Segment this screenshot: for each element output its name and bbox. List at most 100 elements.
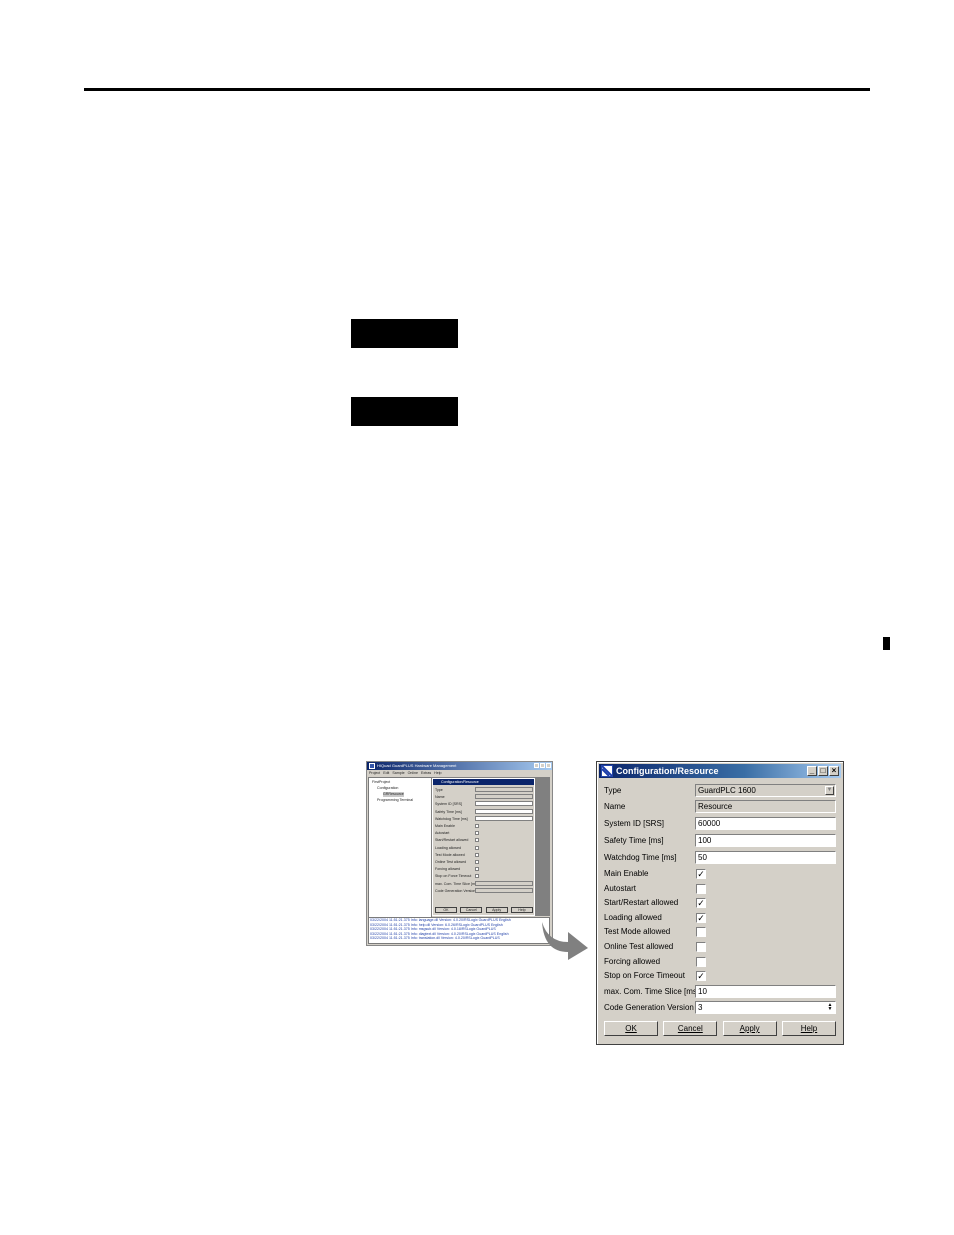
mini-app-title: HIQuad GuardPLUS Hardware Management (377, 763, 457, 768)
mini-row-label: Safety Time [ms] (435, 809, 462, 814)
system-id-label: System ID [SRS] (604, 819, 665, 828)
mini-dialog-row: Test Mode allowed (435, 852, 533, 858)
checkmark-icon: ✓ (697, 912, 705, 923)
redacted-label-2 (351, 397, 458, 426)
mini-checkbox[interactable] (475, 838, 479, 843)
mini-checkbox[interactable] (475, 831, 479, 836)
mini-dialog-row: max. Com. Time Slice [ms] (435, 880, 533, 887)
redacted-label-1 (351, 319, 458, 348)
tree-node[interactable]: Programming Terminal (377, 798, 413, 803)
mini-help-button[interactable]: Help (510, 907, 533, 913)
mini-dialog-row: Autostart (435, 830, 533, 836)
configuration-resource-dialog: Configuration/Resource _ □ × Type GuardP… (596, 761, 844, 1045)
dialog-titlebar[interactable]: Configuration/Resource _ □ × (599, 764, 841, 778)
close-icon[interactable]: × (829, 766, 839, 776)
dialog-button-row: OK Cancel Apply Help (604, 1021, 836, 1036)
chevron-down-icon[interactable]: ▼ (825, 786, 834, 795)
maximize-icon[interactable]: □ (818, 766, 828, 776)
type-select[interactable]: GuardPLC 1600 ▼ (695, 784, 836, 797)
mini-menu-item[interactable]: Project (369, 770, 380, 776)
loading-allowed-checkbox[interactable]: ✓ (696, 912, 706, 923)
mini-dialog-row: Main Enable (435, 823, 533, 829)
minimize-icon[interactable]: _ (807, 766, 817, 776)
log-line: 03/22/2004 11:51:21.375 Info: translatio… (370, 936, 500, 940)
online-test-allowed-checkbox[interactable] (696, 942, 706, 952)
mini-checkbox[interactable] (475, 867, 479, 872)
dialog-app-icon (601, 765, 613, 777)
system-id-input[interactable]: 60000 (695, 817, 836, 830)
mini-titlebar: HIQuad GuardPLUS Hardware Management (367, 762, 552, 770)
mini-menu-item[interactable]: Extras (421, 770, 431, 776)
mini-checkbox[interactable] (475, 824, 479, 828)
checkmark-icon: ✓ (697, 869, 705, 879)
mini-checkbox[interactable] (475, 874, 479, 879)
mini-cancel-button[interactable]: Cancel (460, 907, 483, 913)
app-icon (369, 763, 375, 769)
mini-dialog-row: Name (435, 794, 533, 800)
mini-ok-button[interactable]: OK (435, 907, 457, 913)
ok-button[interactable]: OK (604, 1021, 658, 1036)
autostart-checkbox[interactable] (696, 883, 706, 894)
test-mode-allowed-checkbox[interactable] (696, 927, 706, 938)
mini-config-dialog: Configuration/Resource Type Name System ID… (432, 778, 535, 916)
mini-row-label: Autostart (435, 831, 450, 836)
mini-dialog-row: Watchdog Time [ms] (435, 815, 533, 822)
mini-dialog-row: Stop on Force Timeout (435, 873, 533, 879)
mini-row-label: Forcing allowed (435, 867, 461, 872)
mini-apply-button[interactable]: Apply (485, 907, 508, 913)
safety-time-input[interactable]: 100 (695, 834, 836, 847)
mini-dialog-row: Loading allowed (435, 845, 533, 851)
chapter-tab-marker (883, 637, 890, 650)
mini-menu-item[interactable]: Online (408, 770, 418, 776)
mini-field[interactable] (475, 880, 533, 886)
zoom-arrow-icon (542, 922, 588, 960)
mini-checkbox[interactable] (475, 860, 479, 864)
mini-field[interactable] (475, 787, 533, 792)
code-gen-stepper[interactable]: 3 ▲ ▼ (695, 1001, 836, 1014)
start-restart-allowed-checkbox[interactable]: ✓ (696, 898, 706, 909)
mini-dialog-row: Online Test allowed (435, 859, 533, 865)
mini-row-label: Code Generation Version (435, 888, 476, 893)
tree-node[interactable]: GRResource (383, 792, 404, 797)
help-button[interactable]: Help (781, 1021, 836, 1036)
mini-menu-item[interactable]: Sample (392, 770, 404, 776)
mini-row-label: Stop on Force Timeout (435, 874, 472, 879)
hardware-management-thumbnail: HIQuad GuardPLUS Hardware Management Pro… (366, 761, 553, 946)
mini-dialog-title: Configuration/Resource (433, 779, 534, 785)
watchdog-time-input[interactable]: 50 (695, 851, 836, 864)
watchdog-time-label: Watchdog Time [ms] (604, 853, 677, 862)
time-slice-input[interactable]: 10 (695, 985, 836, 998)
tree-node[interactable]: Configuration (377, 786, 398, 791)
mini-dialog-row: Safety Time [ms] (435, 808, 533, 815)
mini-row-label: Loading allowed (435, 845, 461, 850)
mini-dialog-row: Start/Restart allowed (435, 837, 533, 843)
mini-row-label: Online Test allowed (435, 860, 467, 864)
main-enable-checkbox[interactable]: ✓ (696, 869, 706, 879)
header-rule (84, 88, 870, 91)
forcing-allowed-checkbox[interactable] (696, 956, 706, 967)
mini-field[interactable] (475, 794, 533, 800)
dialog-title: Configuration/Resource (616, 766, 719, 776)
mini-row-label: Watchdog Time [ms] (435, 816, 468, 821)
start-restart-allowed-label: Start/Restart allowed (604, 898, 679, 908)
cancel-button[interactable]: Cancel (663, 1021, 718, 1036)
tree-node[interactable]: FirstProject (372, 780, 390, 785)
mini-menubar: Project Edit Sample Online Extras Help (367, 770, 552, 776)
mini-field[interactable] (475, 887, 533, 893)
name-field[interactable]: Resource (695, 800, 836, 813)
mini-field[interactable] (475, 808, 533, 814)
mini-dialog-row: Type (435, 787, 533, 793)
mini-field[interactable] (475, 815, 533, 821)
mini-menu-item[interactable]: Edit (383, 770, 389, 776)
safety-time-label: Safety Time [ms] (604, 836, 664, 845)
mini-checkbox[interactable] (475, 852, 479, 857)
mini-checkbox[interactable] (475, 845, 479, 850)
stop-on-force-timeout-checkbox[interactable]: ✓ (696, 971, 706, 982)
mini-menu-item[interactable]: Help (434, 770, 441, 776)
apply-button[interactable]: Apply (722, 1021, 777, 1036)
mini-window-buttons (534, 763, 551, 768)
mini-dialog-buttons: OK Cancel Apply Help (435, 907, 533, 913)
code-gen-value: 3 (698, 1003, 703, 1012)
mini-field[interactable] (475, 801, 533, 807)
spin-arrows-icon[interactable]: ▲ ▼ (826, 1003, 834, 1012)
